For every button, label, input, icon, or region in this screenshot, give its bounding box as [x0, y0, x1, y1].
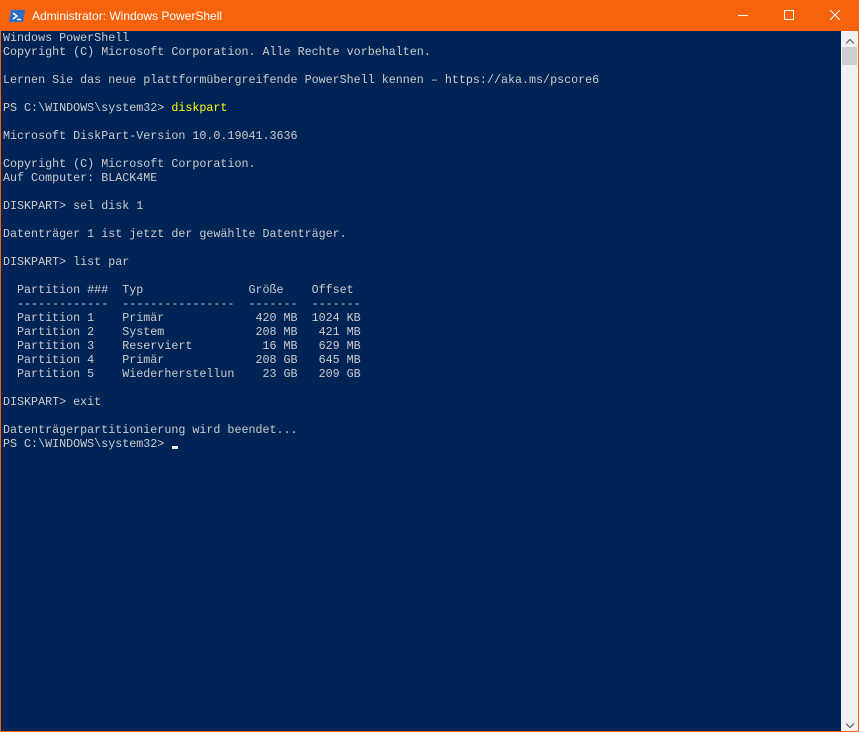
partition-table-separator: ------------- ---------------- ------- -… — [3, 297, 361, 311]
diskpart-command-line: DISKPART> list par — [3, 255, 130, 269]
text-cursor — [172, 446, 179, 449]
console-line: Datenträger 1 ist jetzt der gewählte Dat… — [3, 227, 347, 241]
vertical-scrollbar[interactable] — [841, 31, 858, 732]
scrollbar-thumb[interactable] — [842, 47, 857, 65]
partition-table-row: Partition 3 Reserviert 16 MB 629 MB — [3, 339, 361, 353]
partition-table-row: Partition 4 Primär 208 GB 645 MB — [3, 353, 361, 367]
close-button[interactable] — [812, 0, 858, 31]
console-line: Copyright (C) Microsoft Corporation. — [3, 157, 256, 171]
console-line: Windows PowerShell — [3, 31, 130, 45]
title-bar[interactable]: Administrator: Windows PowerShell — [1, 0, 858, 31]
minimize-icon — [738, 9, 748, 23]
partition-table-row: Partition 5 Wiederherstellun 23 GB 209 G… — [3, 367, 361, 381]
console-output[interactable]: Windows PowerShell Copyright (C) Microso… — [1, 31, 841, 731]
scroll-up-button[interactable] — [841, 31, 858, 48]
prompt-text: PS C:\WINDOWS\system32> — [3, 437, 172, 451]
maximize-button[interactable] — [766, 0, 812, 31]
maximize-icon — [784, 9, 794, 23]
prompt-line[interactable]: PS C:\WINDOWS\system32> — [3, 437, 179, 451]
partition-table-header: Partition ### Typ Größe Offset — [3, 283, 354, 297]
console-line: Microsoft DiskPart-Version 10.0.19041.36… — [3, 129, 298, 143]
chevron-down-icon — [845, 715, 854, 732]
console-line: Auf Computer: BLACK4ME — [3, 171, 158, 185]
scroll-down-button[interactable] — [841, 715, 858, 732]
chevron-up-icon — [845, 31, 854, 49]
prompt-line: PS C:\WINDOWS\system32> diskpart — [3, 101, 227, 115]
partition-table-row: Partition 1 Primär 420 MB 1024 KB — [3, 311, 361, 325]
console-line: Copyright (C) Microsoft Corporation. All… — [3, 45, 431, 59]
window-title: Administrator: Windows PowerShell — [32, 9, 223, 23]
command-text: diskpart — [171, 101, 228, 115]
partition-table-row: Partition 2 System 208 MB 421 MB — [3, 325, 361, 339]
prompt-text: PS C:\WINDOWS\system32> — [3, 101, 172, 115]
powershell-icon[interactable] — [9, 8, 25, 24]
close-icon — [829, 9, 841, 23]
minimize-button[interactable] — [720, 0, 766, 31]
diskpart-command-line: DISKPART> sel disk 1 — [3, 199, 144, 213]
console-line: Lernen Sie das neue plattformübergreifen… — [3, 73, 600, 87]
powershell-window: Administrator: Windows PowerShell Window… — [0, 0, 859, 732]
console-line: Datenträgerpartitionierung wird beendet.… — [3, 423, 298, 437]
diskpart-command-line: DISKPART> exit — [3, 395, 102, 409]
